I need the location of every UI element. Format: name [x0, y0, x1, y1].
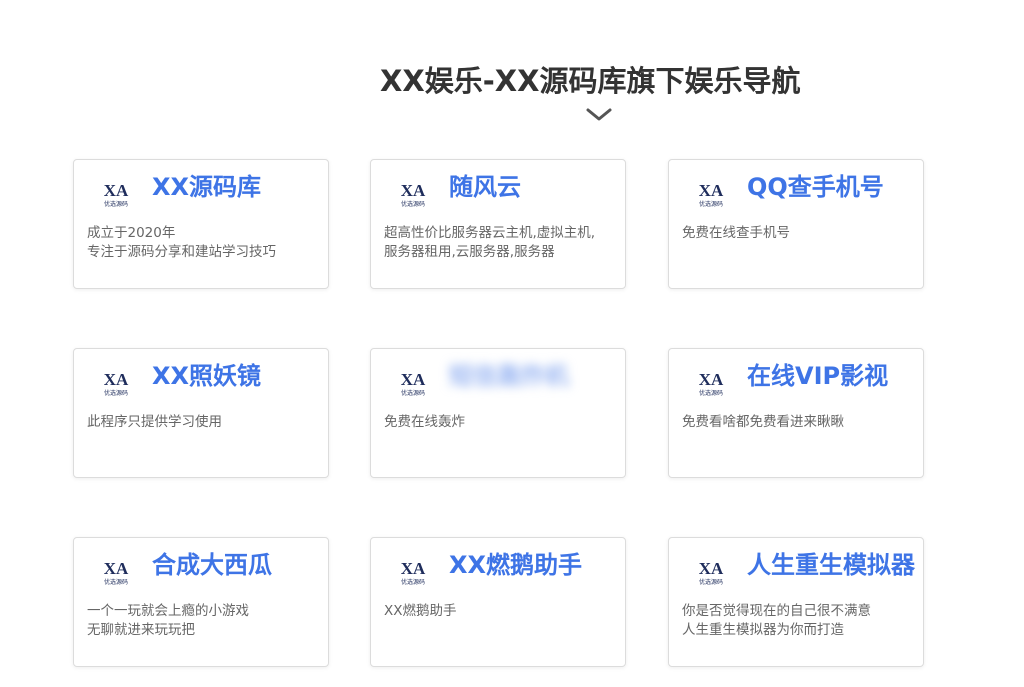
nav-card-sms-bomber[interactable]: XA 优选源码 短信轰炸机 免费在线轰炸	[370, 348, 626, 478]
svg-text:XA: XA	[401, 370, 426, 389]
card-title: 人生重生模拟器	[747, 548, 923, 582]
page-header: XX娱乐-XX源码库旗下娱乐导航	[0, 58, 1024, 138]
card-title: QQ查手机号	[747, 170, 923, 204]
logo-icon: XA 优选源码	[98, 554, 134, 588]
card-description: 你是否觉得现在的自己很不满意 人生重生模拟器为你而打造	[682, 602, 910, 640]
nav-card-qq-phone-lookup[interactable]: XA 优选源码 QQ查手机号 免费在线查手机号	[668, 159, 924, 289]
card-description: 一个一玩就会上瘾的小游戏 无聊就进来玩玩把	[87, 602, 315, 640]
svg-text:优选源码: 优选源码	[699, 389, 723, 397]
svg-text:XA: XA	[104, 559, 129, 578]
page-title: XX娱乐-XX源码库旗下娱乐导航	[380, 58, 800, 100]
card-description: 免费在线轰炸	[384, 413, 612, 432]
card-title: 随风云	[449, 170, 625, 204]
card-title: XX源码库	[152, 170, 328, 204]
svg-text:优选源码: 优选源码	[699, 200, 723, 208]
logo-icon: XA 优选源码	[98, 176, 134, 210]
logo-icon: XA 优选源码	[98, 365, 134, 399]
svg-text:XA: XA	[699, 559, 724, 578]
nav-card-suifeng-cloud[interactable]: XA 优选源码 随风云 超高性价比服务器云主机,虚拟主机, 服务器租用,云服务器…	[370, 159, 626, 289]
card-description: 超高性价比服务器云主机,虚拟主机, 服务器租用,云服务器,服务器	[384, 224, 612, 262]
card-description: 免费看啥都免费看进来瞅瞅	[682, 413, 910, 432]
svg-text:优选源码: 优选源码	[401, 389, 425, 397]
svg-text:优选源码: 优选源码	[104, 200, 128, 208]
svg-text:XA: XA	[104, 181, 129, 200]
svg-text:优选源码: 优选源码	[104, 578, 128, 586]
card-title: 在线VIP影视	[747, 359, 923, 393]
svg-text:优选源码: 优选源码	[401, 200, 425, 208]
svg-text:优选源码: 优选源码	[104, 389, 128, 397]
nav-card-life-rebirth-simulator[interactable]: XA 优选源码 人生重生模拟器 你是否觉得现在的自己很不满意 人生重生模拟器为你…	[668, 537, 924, 667]
card-description: 成立于2020年 专注于源码分享和建站学习技巧	[87, 224, 315, 262]
nav-card-xx-source-library[interactable]: XA 优选源码 XX源码库 成立于2020年 专注于源码分享和建站学习技巧	[73, 159, 329, 289]
logo-icon: XA 优选源码	[395, 176, 431, 210]
svg-text:XA: XA	[699, 181, 724, 200]
nav-card-merge-watermelon[interactable]: XA 优选源码 合成大西瓜 一个一玩就会上瘾的小游戏 无聊就进来玩玩把	[73, 537, 329, 667]
svg-text:优选源码: 优选源码	[401, 578, 425, 586]
logo-icon: XA 优选源码	[693, 554, 729, 588]
card-description: XX燃鹅助手	[384, 602, 612, 621]
svg-text:XA: XA	[104, 370, 129, 389]
logo-icon: XA 优选源码	[395, 365, 431, 399]
svg-text:优选源码: 优选源码	[699, 578, 723, 586]
card-title: XX燃鹅助手	[449, 548, 625, 582]
nav-card-xx-goose-helper[interactable]: XA 优选源码 XX燃鹅助手 XX燃鹅助手	[370, 537, 626, 667]
card-title: 合成大西瓜	[152, 548, 328, 582]
card-description: 此程序只提供学习使用	[87, 413, 315, 432]
svg-text:XA: XA	[401, 559, 426, 578]
nav-card-xx-demon-mirror[interactable]: XA 优选源码 XX照妖镜 此程序只提供学习使用	[73, 348, 329, 478]
logo-icon: XA 优选源码	[693, 365, 729, 399]
nav-card-vip-video[interactable]: XA 优选源码 在线VIP影视 免费看啥都免费看进来瞅瞅	[668, 348, 924, 478]
logo-icon: XA 优选源码	[693, 176, 729, 210]
chevron-down-icon[interactable]	[586, 108, 612, 122]
svg-text:XA: XA	[699, 370, 724, 389]
card-title: XX照妖镜	[152, 359, 328, 393]
svg-text:XA: XA	[401, 181, 426, 200]
logo-icon: XA 优选源码	[395, 554, 431, 588]
card-description: 免费在线查手机号	[682, 224, 910, 243]
card-title-blurred: 短信轰炸机	[449, 359, 625, 393]
